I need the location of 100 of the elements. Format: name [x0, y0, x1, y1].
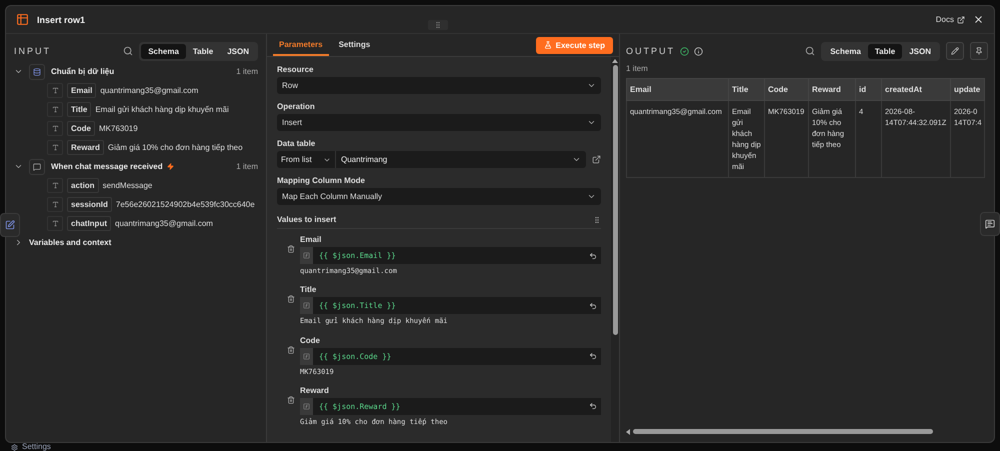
- trash-icon[interactable]: [287, 295, 295, 304]
- column-header: Code: [764, 78, 808, 100]
- trash-icon[interactable]: [287, 346, 295, 354]
- node-name: Variables and context: [29, 238, 112, 247]
- return-arrow-icon[interactable]: [589, 402, 597, 410]
- field-key[interactable]: Reward: [67, 140, 104, 155]
- return-arrow-icon[interactable]: [589, 252, 597, 260]
- node-name: When chat message received: [51, 162, 163, 171]
- column-header: Title: [728, 78, 764, 100]
- settings-icon[interactable]: [11, 444, 18, 450]
- chevron-down-icon[interactable]: [14, 67, 23, 76]
- info-icon[interactable]: [694, 46, 703, 56]
- function-icon: [300, 297, 313, 314]
- chevron-down-icon: [587, 81, 596, 90]
- panel-title: INPUT: [14, 46, 51, 56]
- chat-icon: [985, 219, 995, 229]
- field-label: Email: [300, 235, 322, 244]
- search-icon[interactable]: [123, 46, 134, 56]
- view-tab[interactable]: Schema: [823, 44, 868, 58]
- field-key[interactable]: chatInput: [67, 216, 111, 231]
- mode-select[interactable]: From list: [277, 151, 336, 168]
- text-type-icon: [47, 216, 63, 231]
- text-type-icon: [47, 102, 63, 117]
- return-arrow-icon[interactable]: [589, 302, 597, 310]
- field-value: quantrimang35@gmail.com: [100, 86, 198, 95]
- field-label: Reward: [300, 386, 330, 395]
- close-icon[interactable]: [973, 14, 984, 25]
- pencil-icon: [951, 47, 959, 55]
- window-title: Insert row1: [37, 14, 86, 24]
- field-label: Title: [300, 285, 318, 294]
- field-label: Data table: [277, 139, 316, 148]
- field-key[interactable]: Email: [67, 83, 96, 98]
- external-link-icon: [957, 16, 965, 24]
- field-value: 7e56e26021524902b4e539fc30cc640e: [116, 200, 255, 209]
- field-value: Giảm giá 10% cho đơn hàng tiếp theo: [108, 143, 243, 152]
- text-type-icon: [47, 121, 63, 136]
- column-header: update: [950, 78, 984, 100]
- field-value: quantrimang35@gmail.com: [115, 219, 213, 228]
- trash-icon[interactable]: [287, 245, 295, 253]
- panel-title: OUTPUT: [626, 46, 675, 56]
- function-icon: [300, 348, 313, 364]
- field-label: Resource: [277, 65, 314, 74]
- field-label: Code: [300, 336, 321, 344]
- options-icon[interactable]: [593, 216, 601, 224]
- docs-link[interactable]: Docs: [936, 15, 965, 24]
- edit-button[interactable]: [946, 42, 964, 60]
- field-label: Mapping Column Mode: [277, 176, 366, 185]
- text-type-icon: [47, 178, 63, 193]
- field-key[interactable]: Title: [67, 102, 92, 117]
- item-count: 1 item: [236, 67, 258, 76]
- chevron-down-icon: [587, 192, 596, 201]
- view-tab[interactable]: Table: [186, 44, 220, 58]
- field-key[interactable]: Code: [67, 121, 95, 136]
- field-key[interactable]: sessionId: [67, 197, 112, 212]
- pin-button[interactable]: [970, 42, 988, 60]
- column-header: Reward: [808, 78, 856, 100]
- field-value: sendMessage: [102, 181, 152, 190]
- column-header: Email: [626, 78, 728, 100]
- select-field[interactable]: Insert: [277, 114, 601, 131]
- view-tab[interactable]: JSON: [220, 44, 256, 58]
- node-name: Chuẩn bị dữ liệu: [51, 67, 114, 76]
- field-value: MK763019: [99, 124, 138, 133]
- scrollbar[interactable]: [611, 57, 619, 442]
- chat-icon: [29, 158, 45, 174]
- grip-icon: [434, 21, 442, 29]
- text-type-icon: [47, 83, 63, 98]
- panel-tab[interactable]: Parameters: [273, 34, 329, 56]
- chevron-down-icon: [587, 118, 596, 127]
- function-icon: [300, 247, 313, 264]
- text-type-icon: [47, 140, 63, 155]
- chat-button[interactable]: [980, 212, 1000, 236]
- field-value: Email gửi khách hàng dịp khuyến mãi: [95, 105, 229, 114]
- select-field[interactable]: Map Each Column Manually: [277, 188, 601, 205]
- return-arrow-icon[interactable]: [589, 352, 597, 360]
- edit-button[interactable]: [0, 213, 20, 237]
- item-count: 1 item: [626, 64, 649, 73]
- field-label: Operation: [277, 102, 316, 111]
- view-tab[interactable]: Table: [868, 44, 902, 58]
- text-type-icon: [47, 197, 63, 212]
- table-select[interactable]: Quantrimang: [336, 151, 586, 168]
- node-icon: [29, 64, 45, 80]
- view-tab[interactable]: Schema: [141, 44, 186, 58]
- panel-tab[interactable]: Settings: [332, 34, 376, 56]
- pin-icon: [975, 47, 983, 55]
- sidebar-item[interactable]: Settings: [22, 443, 51, 451]
- select-field[interactable]: Row: [277, 77, 601, 94]
- trash-icon[interactable]: [287, 396, 295, 404]
- chevron-right-icon[interactable]: [14, 238, 23, 247]
- search-icon[interactable]: [805, 46, 816, 56]
- drag-handle[interactable]: [428, 20, 448, 30]
- view-tab[interactable]: JSON: [902, 44, 938, 58]
- column-header: createdAt: [882, 78, 950, 100]
- item-count: 1 item: [236, 162, 258, 171]
- edit-icon: [5, 220, 15, 230]
- section-label: Values to insert: [277, 215, 338, 224]
- chevron-down-icon[interactable]: [14, 162, 23, 171]
- function-icon: [300, 398, 313, 415]
- column-header: id: [856, 78, 882, 100]
- field-key[interactable]: action: [67, 178, 99, 193]
- external-link-icon[interactable]: [592, 155, 601, 164]
